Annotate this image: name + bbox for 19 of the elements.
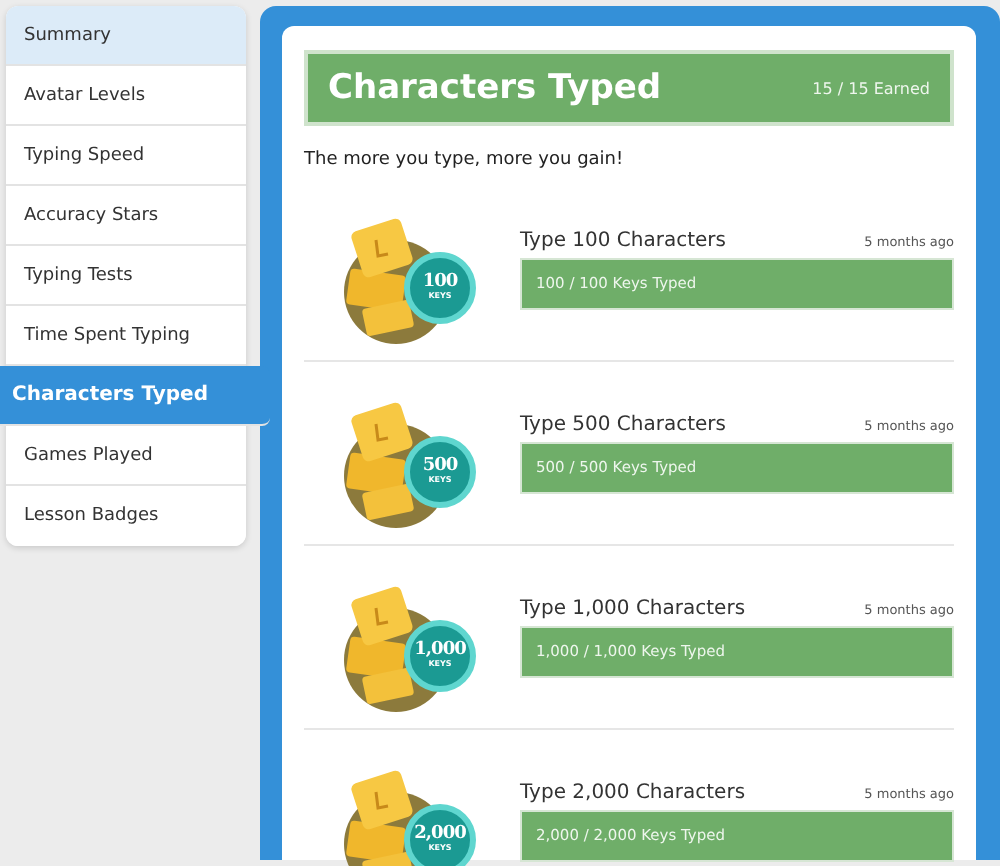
sidebar-item[interactable]: Typing Speed	[6, 126, 246, 186]
badge-number: 1,000	[414, 642, 466, 660]
sidebar-item[interactable]: Summary	[6, 6, 246, 66]
sidebar-item[interactable]: Accuracy Stars	[6, 186, 246, 246]
sidebar-item[interactable]: Games Played	[6, 426, 246, 486]
achievement-title: Type 500 Characters	[520, 413, 726, 435]
achievement-title: Type 2,000 Characters	[520, 781, 746, 803]
sidebar-item[interactable]: Time Spent Typing	[6, 306, 246, 366]
badge-number: 500	[422, 458, 458, 476]
sidebar-item[interactable]: Lesson Badges	[6, 486, 246, 546]
badge-number: 2,000	[414, 826, 466, 844]
earned-count: 15 / 15 Earned	[812, 79, 930, 97]
header-title: Characters Typed	[328, 68, 662, 108]
sidebar-item[interactable]: Avatar Levels	[6, 66, 246, 126]
badge-number: 100	[422, 274, 458, 292]
achievement-title: Type 1,000 Characters	[520, 597, 746, 619]
sidebar-item[interactable]: Typing Tests	[6, 246, 246, 306]
tagline: The more you type, more you gain!	[304, 150, 626, 170]
achievement-title: Type 100 Characters	[520, 229, 726, 251]
